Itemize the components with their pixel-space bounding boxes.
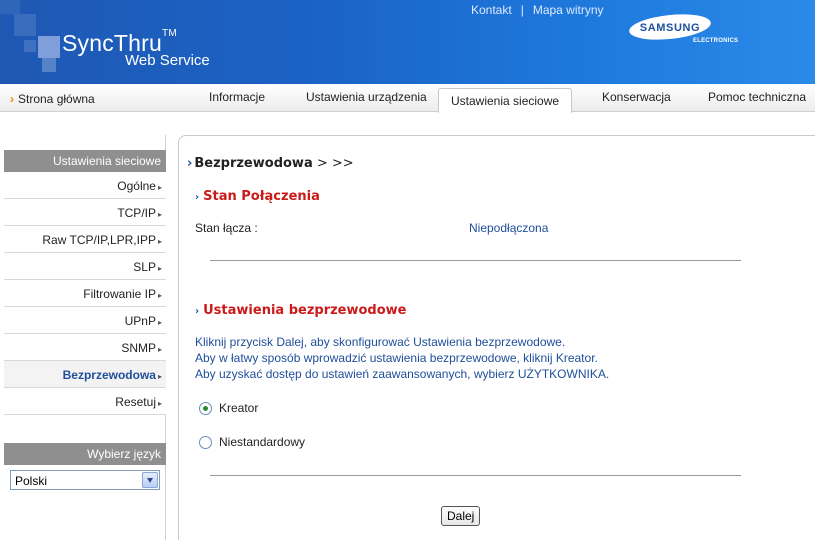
section-title-text: Stan Połączenia (203, 189, 320, 204)
link-status-label: Stan łącza : (195, 221, 258, 235)
description-line: Aby uzyskać dostęp do ustawień zaawansow… (195, 367, 610, 381)
wireless-description: Kliknij przycisk Dalej, aby skonfigurowa… (195, 334, 609, 382)
logo-decoration (38, 36, 60, 58)
header-banner: SyncThruTM Web Service Kontakt | Mapa witr… (0, 0, 815, 84)
breadcrumb: › Bezprzewodowa > >> (187, 156, 354, 171)
language-select-value: Polski (15, 474, 48, 488)
radio-custom[interactable]: Niestandardowy (199, 435, 305, 449)
sidebar-item-label: TCP/IP (117, 206, 156, 220)
contact-link[interactable]: Kontakt (471, 3, 512, 17)
home-link[interactable]: › Strona główna (10, 92, 95, 106)
sidebar-item-upnp[interactable]: UPnP ▸ (4, 307, 166, 334)
radio-label: Niestandardowy (219, 435, 306, 449)
sidebar-item-label: Resetuj (115, 395, 156, 409)
product-subtitle: Web Service (125, 52, 210, 69)
radio-wizard[interactable]: Kreator (199, 401, 258, 415)
sidebar-item-slp[interactable]: SLP ▸ (4, 253, 166, 280)
sidebar-item-label: Ogólne (117, 179, 156, 193)
top-nav: › Strona główna Informacje Ustawienia urz… (0, 84, 815, 113)
logo-decoration (24, 40, 36, 52)
caret-right-icon: ▸ (157, 399, 162, 408)
caret-right-icon: ▸ (157, 183, 162, 192)
link-separator: | (520, 3, 524, 17)
logo-decoration (42, 58, 56, 72)
caret-right-icon: ▸ (157, 318, 162, 327)
radio-label: Kreator (219, 401, 259, 415)
top-links: Kontakt | Mapa witryny (471, 3, 604, 17)
tab-maintenance[interactable]: Konserwacja (602, 90, 671, 104)
sidebar-item-raw-tcpip[interactable]: Raw TCP/IP,LPR,IPP ▸ (4, 226, 166, 253)
sidebar-item-ip-filter[interactable]: Filtrowanie IP ▸ (4, 280, 166, 307)
sidebar: Ustawienia sieciowe Ogólne ▸ TCP/IP ▸ Raw … (4, 150, 166, 490)
caret-right-icon: ▸ (157, 210, 162, 219)
language-title: Wybierz język (4, 443, 166, 465)
content-panel: › Bezprzewodowa > >> › Stan Połączenia Sta… (178, 135, 815, 540)
logo-decoration (14, 14, 36, 36)
link-status-value: Niepodłączona (469, 221, 549, 235)
tab-network-settings[interactable]: Ustawienia sieciowe (438, 88, 573, 113)
caret-right-icon: ▸ (157, 372, 162, 381)
tab-information[interactable]: Informacje (209, 90, 265, 104)
chevron-right-icon: › (10, 92, 14, 106)
sidebar-item-label: Bezprzewodowa (62, 368, 156, 382)
next-button[interactable]: Dalej (441, 506, 481, 526)
sidebar-item-tcpip[interactable]: TCP/IP ▸ (4, 199, 166, 226)
language-select[interactable]: Polski (10, 470, 160, 490)
samsung-wordmark: SAMSUNG (640, 22, 700, 34)
samsung-subtitle: ELECTRONICS (693, 38, 739, 44)
logo-decoration (0, 0, 20, 14)
tab-device-settings[interactable]: Ustawienia urządzenia (306, 90, 427, 104)
section-title-text: Ustawienia bezprzewodowe (203, 303, 407, 318)
trademark: TM (162, 28, 177, 39)
caret-right-icon: › (195, 192, 200, 203)
sidebar-item-label: SLP (133, 260, 156, 274)
chevron-down-icon[interactable] (142, 472, 158, 488)
breadcrumb-current: Bezprzewodowa (194, 156, 313, 171)
home-link-label: Strona główna (18, 92, 95, 106)
sidebar-item-label: UPnP (124, 314, 156, 328)
caret-right-icon: ▸ (157, 237, 162, 246)
caret-right-icon: ▸ (157, 291, 162, 300)
chevron-right-icon: › (187, 156, 193, 171)
connection-status-title: › Stan Połączenia (195, 189, 320, 204)
caret-right-icon: ▸ (157, 264, 162, 273)
sidebar-title: Ustawienia sieciowe (4, 150, 166, 172)
sidebar-item-general[interactable]: Ogólne ▸ (4, 172, 166, 199)
sidebar-item-snmp[interactable]: SNMP ▸ (4, 334, 166, 361)
caret-right-icon: › (195, 306, 200, 317)
description-line: Kliknij przycisk Dalej, aby skonfigurowa… (195, 335, 566, 349)
description-line: Aby w łatwy sposób wprowadzić ustawienia… (195, 351, 598, 365)
divider (210, 260, 741, 261)
samsung-logo: SAMSUNG (629, 14, 711, 40)
sidebar-item-label: Raw TCP/IP,LPR,IPP (42, 233, 156, 247)
caret-right-icon: ▸ (157, 345, 162, 354)
sidebar-item-wireless[interactable]: Bezprzewodowa ▸ (4, 361, 166, 388)
sidebar-item-label: Filtrowanie IP (83, 287, 156, 301)
wireless-settings-title: › Ustawienia bezprzewodowe (195, 303, 407, 318)
divider (210, 475, 741, 476)
sidebar-item-reset[interactable]: Resetuj ▸ (4, 388, 166, 415)
breadcrumb-rest: > >> (312, 156, 354, 171)
sidebar-item-label: SNMP (121, 341, 156, 355)
tab-support[interactable]: Pomoc techniczna (708, 90, 806, 104)
radio-button-checked[interactable] (199, 401, 212, 415)
radio-button[interactable] (199, 435, 212, 449)
sitemap-link[interactable]: Mapa witryny (533, 3, 604, 17)
